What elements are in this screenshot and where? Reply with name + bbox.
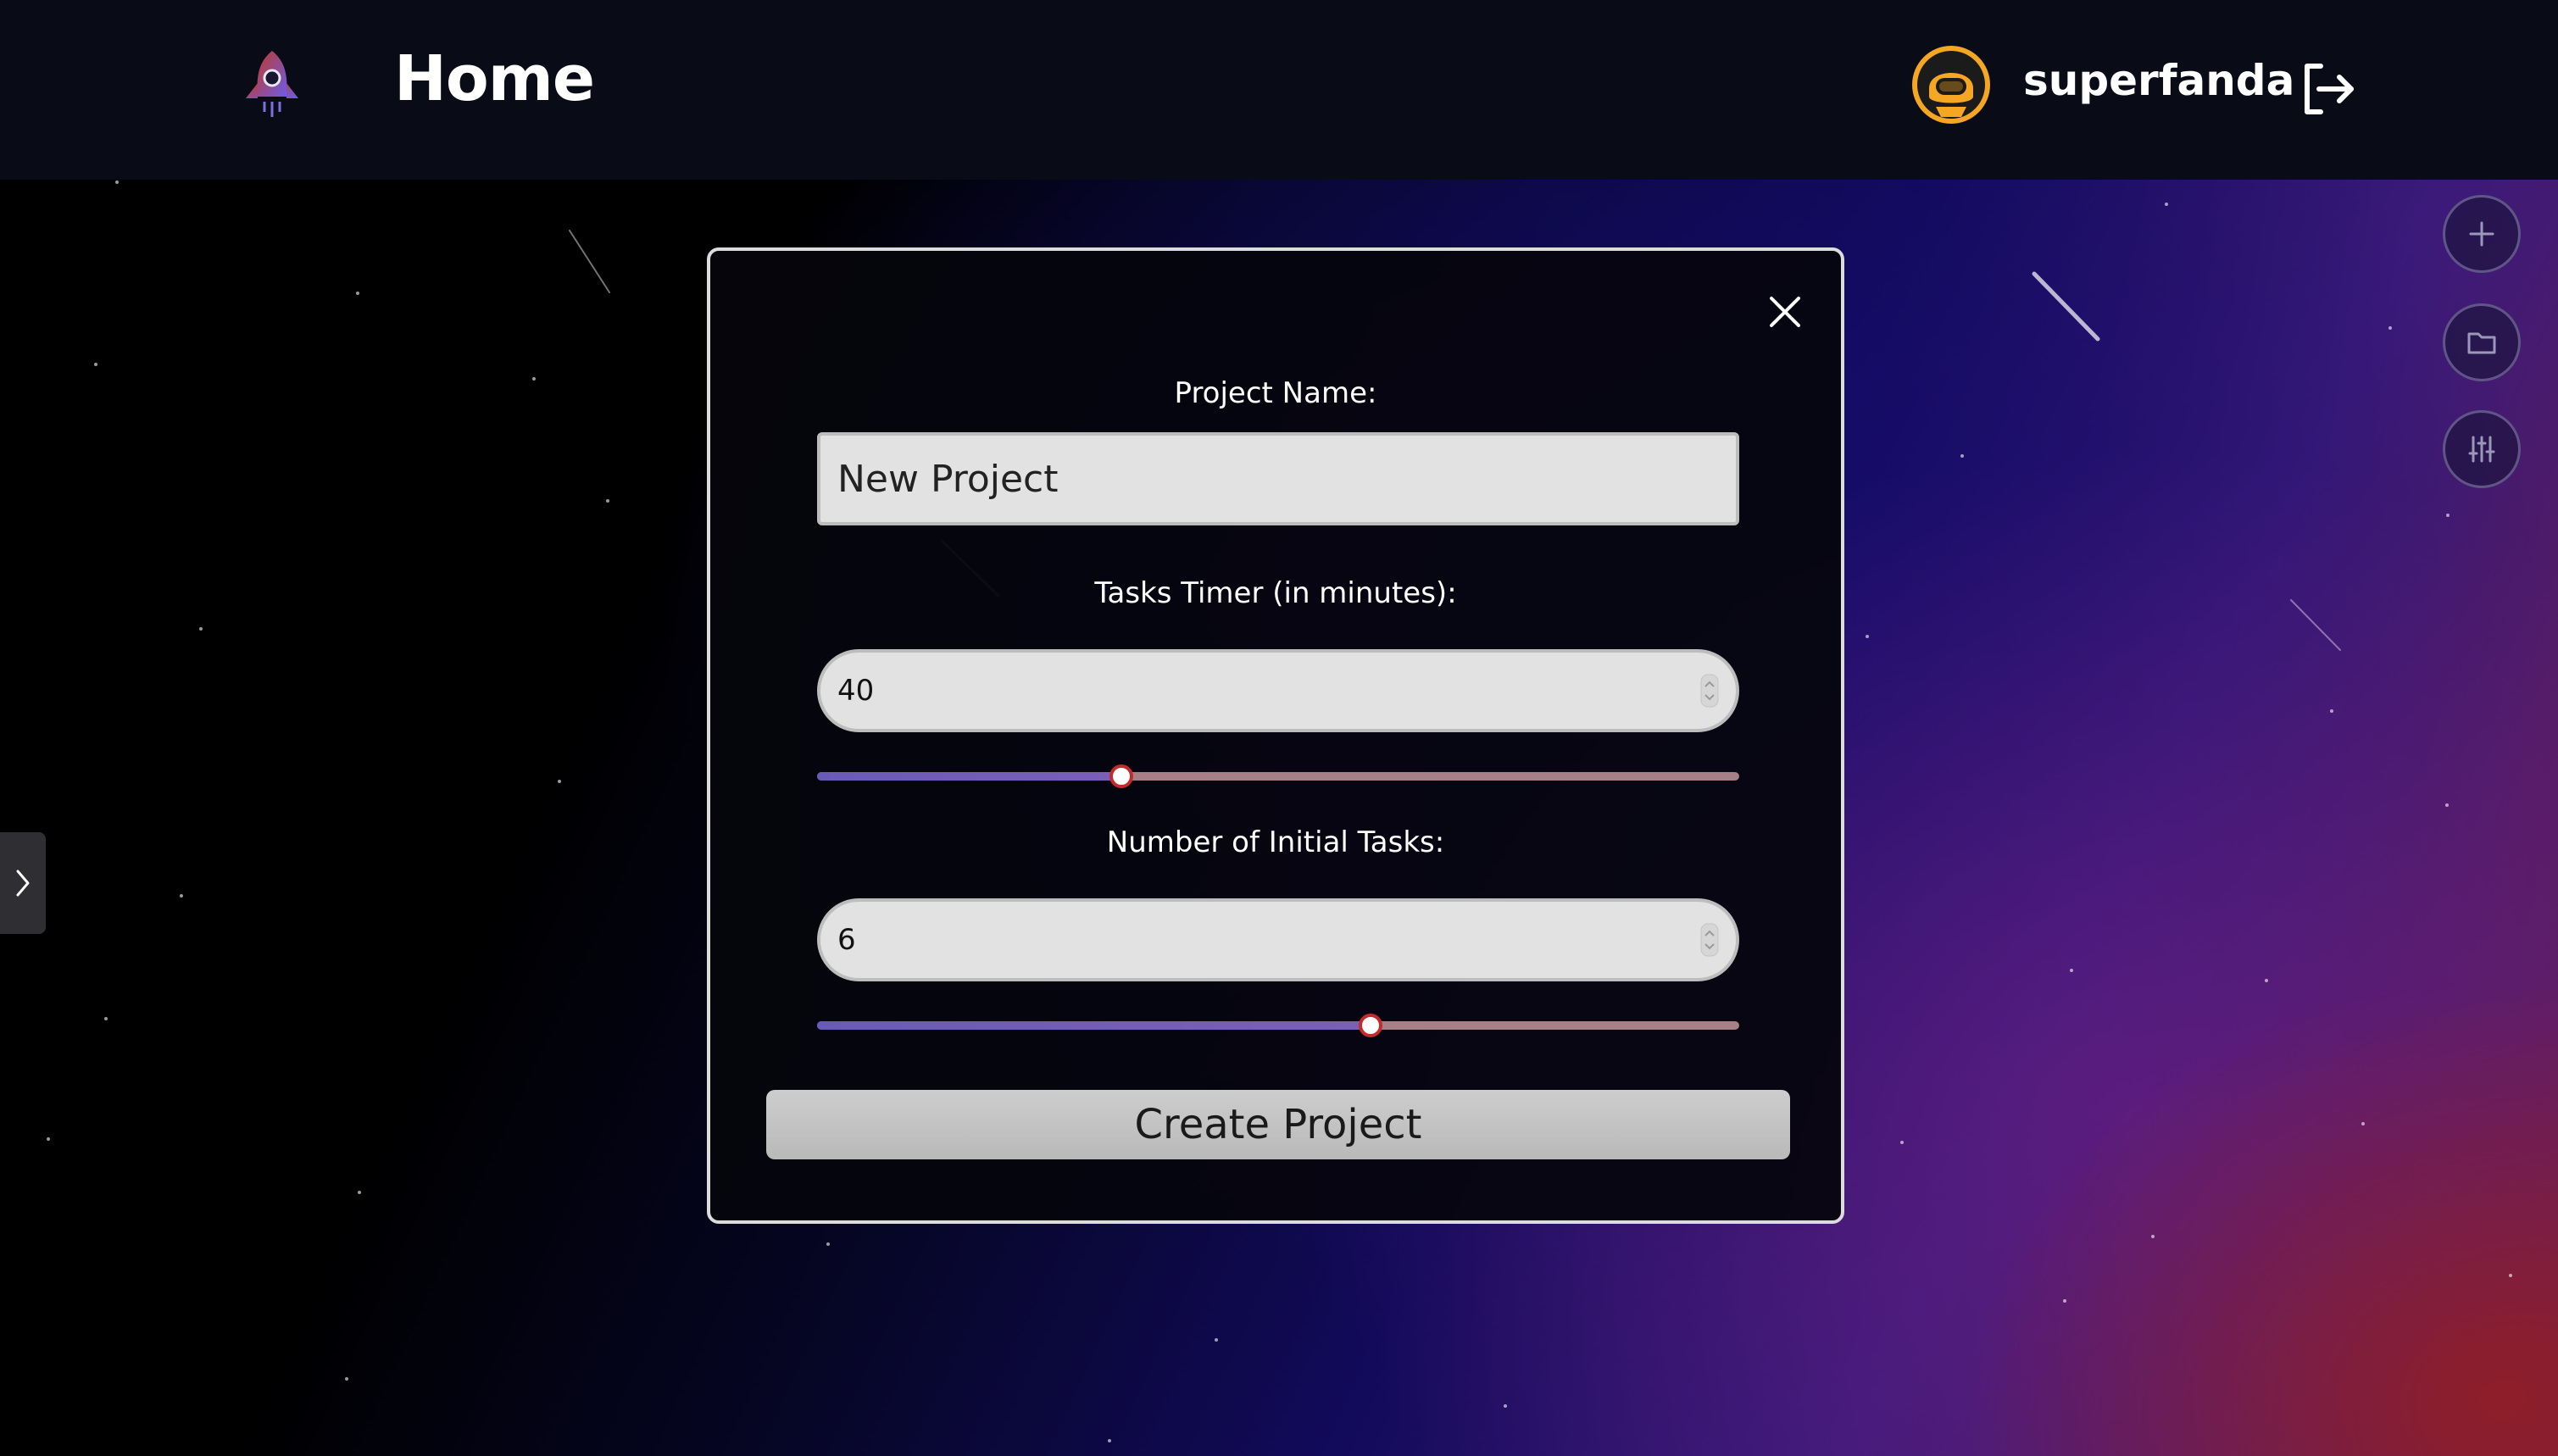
- number-spinner-icon[interactable]: [1700, 674, 1719, 708]
- slider-thumb[interactable]: [1109, 764, 1134, 788]
- project-name-input[interactable]: [817, 432, 1739, 525]
- folder-icon: [2467, 332, 2496, 354]
- sliders-icon: [2468, 436, 2495, 463]
- rocket-icon[interactable]: [236, 47, 309, 120]
- folder-button[interactable]: [2443, 303, 2521, 381]
- slider-fill: [817, 772, 1122, 781]
- create-project-button[interactable]: Create Project: [766, 1090, 1790, 1159]
- tasks-timer-input[interactable]: 40: [817, 649, 1739, 732]
- tasks-timer-label: Tasks Timer (in minutes):: [1094, 576, 1457, 610]
- page-title: Home: [394, 42, 595, 115]
- close-icon[interactable]: [1765, 292, 1805, 332]
- project-name-label: Project Name:: [1174, 376, 1377, 410]
- initial-tasks-input[interactable]: 6: [817, 898, 1739, 981]
- initial-tasks-label: Number of Initial Tasks:: [1106, 825, 1445, 859]
- sidebar-toggle-button[interactable]: [0, 832, 46, 934]
- number-spinner-icon[interactable]: [1700, 923, 1719, 957]
- create-project-modal: Project Name: Tasks Timer (in minutes): …: [707, 247, 1844, 1224]
- slider-thumb[interactable]: [1358, 1014, 1382, 1037]
- settings-sliders-button[interactable]: [2443, 410, 2521, 488]
- add-project-button[interactable]: [2443, 195, 2521, 273]
- initial-tasks-slider[interactable]: [817, 1009, 1739, 1042]
- astronaut-avatar-icon[interactable]: [1910, 44, 1992, 125]
- logout-icon[interactable]: [2299, 59, 2358, 119]
- tasks-timer-value: 40: [837, 674, 875, 708]
- initial-tasks-value: 6: [837, 923, 856, 957]
- plus-icon: [2469, 221, 2494, 247]
- top-navigation-bar: Home superfanda: [0, 0, 2558, 180]
- chevron-right-icon: [16, 870, 30, 897]
- tasks-timer-slider[interactable]: [817, 759, 1739, 793]
- slider-fill: [817, 1021, 1371, 1030]
- username-label: superfanda: [2023, 56, 2295, 105]
